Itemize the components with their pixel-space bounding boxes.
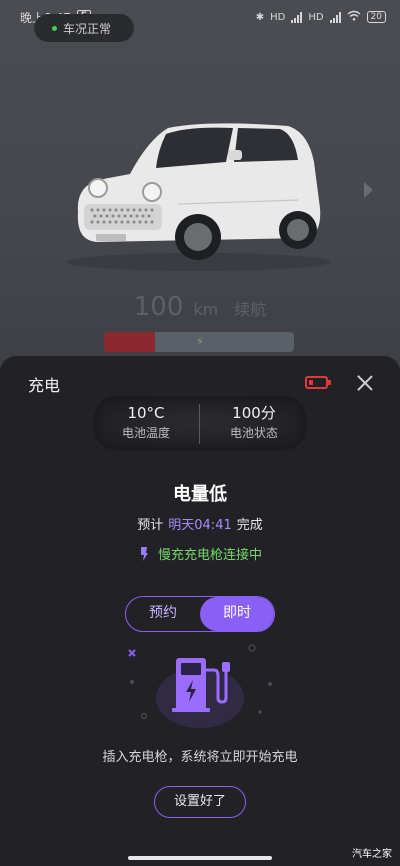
signal-bars-icon-2 [329,11,341,23]
eta-prefix: 预计 [137,518,164,533]
signal-label-1: HD [270,11,286,23]
connection-status-text: 慢充充电枪连接中 [157,548,262,563]
charging-station-icon [128,644,272,728]
car-status-pill[interactable]: 车况正常 [34,14,134,42]
battery-state-label: 电池状态 [229,426,278,440]
range-display: 100 km 续航 [0,292,400,322]
range-label: 续航 [234,300,267,319]
battery-state-value: 100分 [232,404,276,422]
battery-status-icon: 20 [366,11,386,23]
battery-temp-value: 10°C [127,404,165,422]
eta-row: 预计 明天04:41 完成 [0,514,400,533]
battery-temp-stat: 10°C 电池温度 [94,402,198,442]
app-background: 晚上8:47 E ✱ HD HD 20 车况正常 [0,0,400,380]
done-button[interactable]: 设置好了 [154,786,246,818]
wifi-icon [347,10,361,24]
battery-temp-label: 电池温度 [121,426,170,440]
close-icon[interactable] [356,374,374,392]
charging-sheet: 充电 10°C 电池温度 100分 电池状态 电量低 预计 明天04:41 完成 慢… [0,356,400,866]
charge-mode-toggle: 预约 即时 [125,596,275,632]
bluetooth-icon: ✱ [255,11,265,23]
charging-gun-icon [140,546,148,561]
battery-level-fill [104,332,156,352]
charge-status-heading: 电量低 [173,484,227,505]
sheet-title: 充电 [28,376,61,395]
eta-suffix: 完成 [236,518,263,533]
watermark: 汽车之家 [352,849,392,860]
battery-state-stat: 100分 电池状态 [202,402,306,442]
hint-text: 插入充电枪，系统将立即开始充电 [102,750,298,765]
home-indicator[interactable] [128,856,272,860]
next-car-arrow-icon[interactable] [364,182,373,198]
car-status-text: 车况正常 [63,21,112,36]
connection-status-row: 慢充充电枪连接中 [0,544,400,563]
low-battery-icon [305,376,331,389]
range-unit: km [193,300,219,319]
signal-bars-icon [291,11,303,23]
instant-tab[interactable]: 即时 [200,597,274,631]
battery-stats-card: 10°C 电池温度 100分 电池状态 [94,396,306,450]
car-image [66,123,330,271]
eta-time: 明天04:41 [168,518,232,533]
battery-level-bar: ⚡ [104,332,294,352]
reserve-tab[interactable]: 预约 [126,597,200,631]
stats-divider [199,404,200,444]
status-ok-dot [52,25,57,31]
charging-bolt-icon: ⚡ [196,335,204,348]
range-value: 100 [133,292,184,322]
signal-label-2: HD [308,11,324,23]
